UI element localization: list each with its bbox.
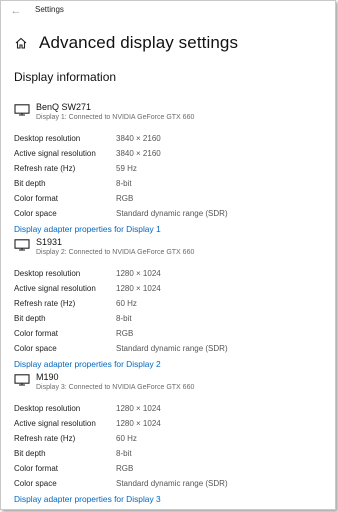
display-name: M190 xyxy=(36,372,59,382)
row-bit-depth: Bit depth 8-bit xyxy=(14,311,314,326)
row-value: Standard dynamic range (SDR) xyxy=(116,479,228,488)
row-active-signal-resolution: Active signal resolution 1280 × 1024 xyxy=(14,416,314,431)
monitor-icon xyxy=(14,374,30,386)
row-desktop-resolution: Desktop resolution 1280 × 1024 xyxy=(14,401,314,416)
display-subtitle: Display 2: Connected to NVIDIA GeForce G… xyxy=(36,249,195,256)
row-refresh-rate: Refresh rate (Hz) 60 Hz xyxy=(14,431,314,446)
display-subtitle: Display 3: Connected to NVIDIA GeForce G… xyxy=(36,384,195,391)
row-color-space: Color space Standard dynamic range (SDR) xyxy=(14,206,314,221)
display-block-3: M190 Display 3: Connected to NVIDIA GeFo… xyxy=(14,371,314,509)
display-block-2: S1931 Display 2: Connected to NVIDIA GeF… xyxy=(14,236,314,374)
display-name: BenQ SW271 xyxy=(36,102,92,112)
row-label: Active signal resolution xyxy=(14,419,96,428)
row-active-signal-resolution: Active signal resolution 1280 × 1024 xyxy=(14,281,314,296)
row-bit-depth: Bit depth 8-bit xyxy=(14,176,314,191)
row-label: Active signal resolution xyxy=(14,284,96,293)
row-value: RGB xyxy=(116,194,134,203)
title-bar: ← Settings xyxy=(1,1,335,21)
row-label: Refresh rate (Hz) xyxy=(14,299,76,308)
row-value: 3840 × 2160 xyxy=(116,134,161,143)
row-value: 60 Hz xyxy=(116,299,137,308)
row-desktop-resolution: Desktop resolution 3840 × 2160 xyxy=(14,131,314,146)
row-refresh-rate: Refresh rate (Hz) 59 Hz xyxy=(14,161,314,176)
row-value: 1280 × 1024 xyxy=(116,269,161,278)
row-value: 1280 × 1024 xyxy=(116,419,161,428)
row-label: Color format xyxy=(14,329,59,338)
display-block-1: BenQ SW271 Display 1: Connected to NVIDI… xyxy=(14,101,314,239)
row-value: 3840 × 2160 xyxy=(116,149,161,158)
row-value: RGB xyxy=(116,329,134,338)
monitor-icon xyxy=(14,239,30,251)
row-label: Color space xyxy=(14,344,57,353)
display-header: M190 Display 3: Connected to NVIDIA GeFo… xyxy=(14,371,314,401)
row-desktop-resolution: Desktop resolution 1280 × 1024 xyxy=(14,266,314,281)
row-label: Refresh rate (Hz) xyxy=(14,434,76,443)
row-value: Standard dynamic range (SDR) xyxy=(116,344,228,353)
row-color-space: Color space Standard dynamic range (SDR) xyxy=(14,341,314,356)
row-label: Color format xyxy=(14,464,59,473)
row-label: Bit depth xyxy=(14,314,46,323)
row-label: Bit depth xyxy=(14,179,46,188)
row-value: 8-bit xyxy=(116,449,132,458)
row-label: Active signal resolution xyxy=(14,149,96,158)
row-label: Bit depth xyxy=(14,449,46,458)
page-header: Advanced display settings xyxy=(15,31,238,55)
row-bit-depth: Bit depth 8-bit xyxy=(14,446,314,461)
row-label: Color format xyxy=(14,194,59,203)
display-header: S1931 Display 2: Connected to NVIDIA GeF… xyxy=(14,236,314,266)
row-value: 59 Hz xyxy=(116,164,137,173)
page-title: Advanced display settings xyxy=(39,33,239,52)
back-arrow-icon[interactable]: ← xyxy=(9,4,23,18)
row-refresh-rate: Refresh rate (Hz) 60 Hz xyxy=(14,296,314,311)
display-name: S1931 xyxy=(36,237,63,247)
row-label: Desktop resolution xyxy=(14,134,81,143)
settings-window: ← Settings Advanced display settings Dis… xyxy=(0,0,336,510)
home-icon[interactable] xyxy=(15,37,27,49)
window-title: Settings xyxy=(35,5,64,14)
row-value: 1280 × 1024 xyxy=(116,404,161,413)
row-label: Desktop resolution xyxy=(14,404,81,413)
row-value: 60 Hz xyxy=(116,434,137,443)
display-header: BenQ SW271 Display 1: Connected to NVIDI… xyxy=(14,101,314,131)
row-color-format: Color format RGB xyxy=(14,461,314,476)
row-label: Color space xyxy=(14,479,57,488)
display-subtitle: Display 1: Connected to NVIDIA GeForce G… xyxy=(36,114,195,121)
row-value: 8-bit xyxy=(116,314,132,323)
row-value: 8-bit xyxy=(116,179,132,188)
row-value: RGB xyxy=(116,464,134,473)
row-label: Color space xyxy=(14,209,57,218)
row-color-format: Color format RGB xyxy=(14,191,314,206)
section-title: Display information xyxy=(14,70,117,84)
row-color-format: Color format RGB xyxy=(14,326,314,341)
adapter-properties-link-3[interactable]: Display adapter properties for Display 3 xyxy=(14,491,314,509)
row-color-space: Color space Standard dynamic range (SDR) xyxy=(14,476,314,491)
row-label: Desktop resolution xyxy=(14,269,81,278)
row-value: 1280 × 1024 xyxy=(116,284,161,293)
row-value: Standard dynamic range (SDR) xyxy=(116,209,228,218)
monitor-icon xyxy=(14,104,30,116)
row-label: Refresh rate (Hz) xyxy=(14,164,76,173)
row-active-signal-resolution: Active signal resolution 3840 × 2160 xyxy=(14,146,314,161)
